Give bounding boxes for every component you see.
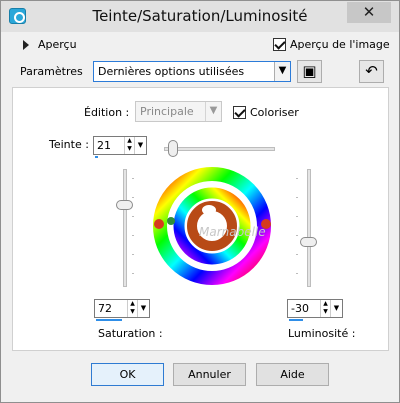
luminosity-slider-track[interactable] xyxy=(307,169,311,287)
saturation-value: 72 xyxy=(98,302,112,315)
saturation-tick xyxy=(132,273,134,274)
parameters-label: Paramètres xyxy=(20,65,83,78)
dialog-window: Teinte/Saturation/Luminosité ✕ Aperçu Ap… xyxy=(0,0,400,403)
image-preview-checkbox[interactable] xyxy=(273,38,286,51)
ok-button[interactable]: OK xyxy=(91,363,164,386)
edit-dropdown: Principale ▼ xyxy=(135,101,222,122)
hue-value-indicator xyxy=(95,156,98,158)
edit-value: Principale xyxy=(140,105,194,118)
expand-preview-icon[interactable] xyxy=(23,40,29,50)
preset-dropdown[interactable]: Dernières options utilisées ▼ xyxy=(93,61,291,82)
luminosity-slider-thumb[interactable] xyxy=(300,237,317,247)
luminosity-stepper[interactable]: ▲ ▼ xyxy=(320,300,330,317)
hue-value: 21 xyxy=(97,139,111,152)
saturation-tick xyxy=(132,178,134,179)
preview-row: Aperçu Aperçu de l'image xyxy=(9,35,393,57)
save-preset-button[interactable]: ▣ xyxy=(297,60,322,83)
saturation-tick xyxy=(132,216,134,217)
edit-label: Édition : xyxy=(84,106,130,119)
hue-slider-track[interactable] xyxy=(164,147,275,151)
saturation-slider-track[interactable] xyxy=(123,169,127,287)
saturation-value-indicator xyxy=(96,319,122,321)
colorize-checkbox[interactable] xyxy=(233,106,246,119)
image-preview-label: Aperçu de l'image xyxy=(290,38,390,51)
chevron-down-icon[interactable]: ▼ xyxy=(330,300,342,317)
saturation-spinbox[interactable]: 72 ▲ ▼ ▼ xyxy=(94,299,150,321)
luminosity-tick xyxy=(296,178,298,179)
chevron-down-icon[interactable]: ▼ xyxy=(274,62,290,81)
saturation-tick xyxy=(132,235,134,236)
luminosity-spinbox[interactable]: -30 ▲ ▼ ▼ xyxy=(287,299,343,321)
close-button[interactable]: ✕ xyxy=(347,2,391,23)
chevron-down-icon[interactable]: ▼ xyxy=(134,137,146,154)
chevron-down-icon[interactable]: ▼ xyxy=(137,300,149,317)
colorize-label: Coloriser xyxy=(250,106,299,119)
chevron-down-icon: ▼ xyxy=(205,102,221,121)
cancel-button[interactable]: Annuler xyxy=(173,363,246,386)
reset-preset-icon: ↶ xyxy=(365,62,378,80)
hue-slider-thumb[interactable] xyxy=(168,140,178,157)
luminosity-value: -30 xyxy=(291,302,309,315)
luminosity-tick xyxy=(296,235,298,236)
saturation-slider-thumb[interactable] xyxy=(116,200,133,210)
title-bar[interactable]: Teinte/Saturation/Luminosité ✕ xyxy=(1,1,399,32)
hue-label: Teinte : xyxy=(49,138,89,151)
saturation-label: Saturation : xyxy=(98,327,163,340)
save-preset-icon: ▣ xyxy=(302,62,317,80)
luminosity-value-indicator xyxy=(289,319,303,321)
preset-value: Dernières options utilisées xyxy=(98,65,245,78)
luminosity-tick xyxy=(296,254,298,255)
reset-preset-button[interactable]: ↶ xyxy=(359,60,384,83)
saturation-tick xyxy=(132,254,134,255)
luminosity-label: Luminosité : xyxy=(288,327,356,340)
preview-toggle-label[interactable]: Aperçu xyxy=(38,38,77,51)
watermark-text: Marnabelle xyxy=(199,225,266,239)
saturation-stepper[interactable]: ▲ ▼ xyxy=(127,300,137,317)
window-title: Teinte/Saturation/Luminosité xyxy=(92,7,308,25)
luminosity-tick xyxy=(296,273,298,274)
hue-spinbox[interactable]: 21 ▲ ▼ ▼ xyxy=(93,136,147,158)
hue-stepper[interactable]: ▲ ▼ xyxy=(124,137,134,154)
help-button[interactable]: Aide xyxy=(256,363,329,386)
indicator xyxy=(202,205,216,215)
luminosity-tick xyxy=(296,216,298,217)
hue-marker-left[interactable] xyxy=(154,219,164,229)
saturation-tick xyxy=(132,197,134,198)
hue-marker-left-green xyxy=(167,217,175,225)
luminosity-tick xyxy=(296,197,298,198)
